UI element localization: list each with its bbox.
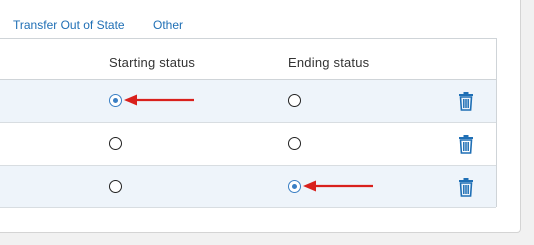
table-header: Starting status Ending status — [0, 39, 496, 80]
red-arrow-icon — [303, 180, 373, 192]
trash-icon[interactable] — [458, 91, 474, 111]
red-arrow-icon — [124, 94, 194, 106]
tab-transfer-out-of-state[interactable]: Transfer Out of State — [13, 18, 125, 32]
ending-status-radio[interactable] — [288, 94, 301, 107]
starting-status-radio[interactable] — [109, 94, 122, 107]
tab-other[interactable]: Other — [153, 18, 183, 32]
table-row — [0, 80, 496, 123]
trash-icon[interactable] — [458, 177, 474, 197]
ending-status-radio[interactable] — [288, 180, 301, 193]
starting-status-header: Starting status — [109, 55, 196, 70]
table-row — [0, 166, 496, 208]
starting-status-radio[interactable] — [109, 137, 122, 150]
status-table: Starting status Ending status — [0, 38, 497, 208]
table-row — [0, 123, 496, 166]
ending-status-radio[interactable] — [288, 137, 301, 150]
status-panel: Transfer Out of State Other Starting sta… — [0, 0, 521, 233]
ending-status-header: Ending status — [288, 55, 370, 70]
starting-status-radio[interactable] — [109, 180, 122, 193]
trash-icon[interactable] — [458, 134, 474, 154]
